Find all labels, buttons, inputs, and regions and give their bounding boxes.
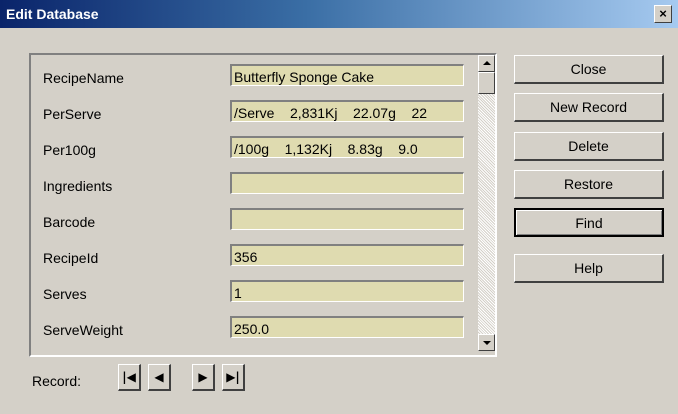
serves-label: Serves bbox=[43, 286, 87, 302]
field-row-recipeid: RecipeId 356 bbox=[31, 239, 477, 275]
record-label: Record: bbox=[32, 373, 82, 389]
per100g-input[interactable]: /100g 1,132Kj 8.83g 9.0 bbox=[230, 136, 464, 158]
vertical-scrollbar[interactable] bbox=[478, 55, 495, 351]
previous-record-button[interactable]: ◀ bbox=[148, 364, 171, 391]
scroll-up-icon bbox=[483, 61, 491, 65]
last-record-icon: ▶| bbox=[226, 370, 240, 384]
help-button[interactable]: Help bbox=[514, 254, 664, 283]
perserve-label: PerServe bbox=[43, 106, 102, 122]
field-row-barcode: Barcode bbox=[31, 203, 477, 239]
barcode-label: Barcode bbox=[43, 214, 96, 230]
barcode-input[interactable] bbox=[230, 208, 464, 230]
scroll-thumb[interactable] bbox=[478, 72, 495, 94]
close-button[interactable]: Close bbox=[514, 55, 664, 84]
title-bar[interactable]: Edit Database × bbox=[0, 0, 678, 28]
new-record-button[interactable]: New Record bbox=[514, 93, 664, 122]
next-record-button[interactable]: ▶ bbox=[192, 364, 215, 391]
field-row-serveweight: ServeWeight 250.0 bbox=[31, 311, 477, 347]
recipeid-input[interactable]: 356 bbox=[230, 244, 464, 266]
scroll-down-button[interactable] bbox=[478, 334, 495, 351]
serveweight-input[interactable]: 250.0 bbox=[230, 316, 464, 338]
first-record-icon: |◀ bbox=[122, 370, 136, 384]
field-row-ingredients: Ingredients bbox=[31, 167, 477, 203]
delete-button[interactable]: Delete bbox=[514, 132, 664, 161]
ingredients-label: Ingredients bbox=[43, 178, 113, 194]
field-row-recipename: RecipeName Butterfly Sponge Cake bbox=[31, 59, 477, 95]
fields-panel: RecipeName Butterfly Sponge Cake PerServ… bbox=[29, 53, 497, 357]
close-window-icon[interactable]: × bbox=[654, 5, 672, 23]
serves-input[interactable]: 1 bbox=[230, 280, 464, 302]
recipeid-label: RecipeId bbox=[43, 250, 99, 266]
field-row-serves: Serves 1 bbox=[31, 275, 477, 311]
restore-button[interactable]: Restore bbox=[514, 170, 664, 199]
next-record-icon: ▶ bbox=[198, 370, 208, 384]
first-record-button[interactable]: |◀ bbox=[118, 364, 141, 391]
recipename-input[interactable]: Butterfly Sponge Cake bbox=[230, 64, 464, 86]
previous-record-icon: ◀ bbox=[154, 370, 164, 384]
scroll-up-button[interactable] bbox=[478, 55, 495, 72]
serveweight-label: ServeWeight bbox=[43, 322, 123, 338]
recipename-label: RecipeName bbox=[43, 70, 124, 86]
field-row-per100g: Per100g /100g 1,132Kj 8.83g 9.0 bbox=[31, 131, 477, 167]
per100g-label: Per100g bbox=[43, 142, 96, 158]
perserve-input[interactable]: /Serve 2,831Kj 22.07g 22 bbox=[230, 100, 464, 122]
scroll-down-icon bbox=[483, 341, 491, 345]
last-record-button[interactable]: ▶| bbox=[222, 364, 245, 391]
window-title: Edit Database bbox=[6, 6, 99, 22]
edit-database-dialog: Edit Database × RecipeName Butterfly Spo… bbox=[0, 0, 678, 414]
ingredients-input[interactable] bbox=[230, 172, 464, 194]
find-button[interactable]: Find bbox=[514, 208, 664, 237]
field-row-perserve: PerServe /Serve 2,831Kj 22.07g 22 bbox=[31, 95, 477, 131]
